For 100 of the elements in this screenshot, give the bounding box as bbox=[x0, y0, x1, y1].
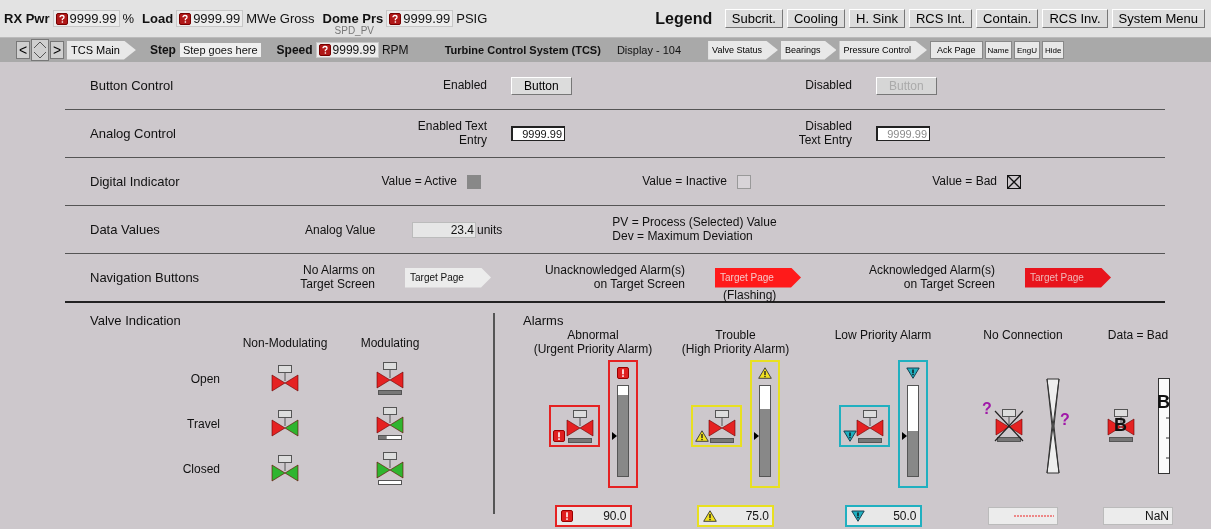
item-label: Value = Bad bbox=[931, 174, 997, 189]
readout-label: Load bbox=[142, 11, 174, 26]
row-label: Digital Indicator bbox=[89, 174, 181, 189]
question-mark: ? bbox=[1060, 411, 1070, 428]
row-label: Navigation Buttons bbox=[89, 270, 201, 285]
unit-label: units bbox=[477, 222, 503, 237]
crossed-bar-icon bbox=[1046, 377, 1060, 474]
readout-unit: PSIG bbox=[456, 11, 488, 26]
page-link[interactable]: Pressure Control bbox=[839, 40, 927, 60]
section-title: Alarms bbox=[523, 313, 565, 328]
speed-unit: RPM bbox=[381, 43, 409, 57]
home-page-link[interactable]: TCS Main bbox=[67, 40, 136, 60]
row-label: Button Control bbox=[89, 78, 175, 93]
readout-value: 9999.99 bbox=[52, 10, 120, 27]
forward-button[interactable]: > bbox=[50, 41, 64, 59]
column-header: No Connection bbox=[983, 328, 1063, 344]
item-label: Analog Value bbox=[305, 222, 377, 237]
row-label: Data Values bbox=[89, 222, 161, 237]
item-label: Value = Active bbox=[380, 174, 457, 189]
menu-button[interactable]: Cooling bbox=[786, 9, 845, 28]
menu-button[interactable]: System Menu bbox=[1111, 9, 1205, 28]
bad-quality-icon bbox=[318, 44, 331, 56]
crossed-valve-icon bbox=[994, 409, 1024, 442]
value-field: NaN bbox=[1103, 507, 1173, 525]
modulating-valve-icon bbox=[375, 452, 405, 485]
bad-quality-icon bbox=[389, 12, 402, 25]
menu-button[interactable]: RCS Int. bbox=[908, 9, 973, 28]
item-label: Disabled bbox=[804, 78, 852, 93]
toolbar-button[interactable]: Hide bbox=[1041, 41, 1065, 59]
valve-icon bbox=[270, 410, 300, 437]
toolbar-button[interactable]: Name bbox=[984, 41, 1012, 59]
flashing-note: (Flashing) bbox=[723, 287, 777, 302]
bad-quality-icon bbox=[179, 12, 192, 25]
modulating-valve-icon bbox=[707, 409, 737, 443]
value-field: 23.4 bbox=[412, 221, 476, 238]
warning-triangle-icon bbox=[695, 429, 709, 442]
row-label: Travel bbox=[187, 416, 220, 431]
column-header: Low Priority Alarm bbox=[834, 328, 932, 344]
valve-icon bbox=[270, 455, 300, 482]
item-label: Enabled bbox=[441, 78, 487, 93]
exclamation-square-icon bbox=[560, 510, 573, 522]
column-header: Modulating bbox=[360, 336, 420, 350]
section-title: Valve Indication bbox=[89, 313, 182, 328]
down-triangle-icon bbox=[842, 429, 857, 442]
menu-button[interactable]: Subcrit. bbox=[724, 9, 783, 28]
speed-value: 9999.99 bbox=[315, 42, 379, 58]
column-header: Abnormal (Urgent Priority Alarm) bbox=[533, 328, 653, 358]
readout-label: RX Pwr bbox=[4, 11, 50, 26]
row-label: Open bbox=[190, 371, 220, 386]
bad-quality-icon bbox=[55, 12, 68, 25]
modulating-valve-icon bbox=[854, 409, 885, 443]
value-field: 50.0 bbox=[844, 505, 922, 527]
page-link[interactable]: Bearings bbox=[780, 40, 837, 60]
menu-button[interactable]: Contain. bbox=[976, 9, 1039, 28]
exclamation-square-icon bbox=[616, 367, 629, 379]
column-header: Data = Bad bbox=[1107, 328, 1169, 344]
item-label: Value = Inactive bbox=[641, 174, 727, 189]
back-button[interactable]: < bbox=[16, 41, 30, 59]
system-title: Turbine Control System (TCS) bbox=[444, 44, 601, 56]
warning-triangle-icon bbox=[758, 367, 772, 379]
sample-button[interactable]: Button bbox=[511, 76, 572, 95]
toolbar-button[interactable]: Ack Page bbox=[930, 41, 983, 59]
modulating-valve-icon bbox=[564, 409, 595, 443]
tag-label: SPD_PV bbox=[334, 26, 374, 36]
item-label: No Alarms on Target Screen bbox=[299, 263, 375, 292]
menu-button[interactable]: H. Sink bbox=[849, 9, 905, 28]
page-link[interactable]: Valve Status bbox=[708, 40, 778, 60]
value-field: 90.0 bbox=[554, 505, 632, 527]
speed-label: Speed bbox=[276, 43, 313, 57]
modulating-valve-icon bbox=[375, 407, 405, 440]
exclamation-square-icon bbox=[552, 429, 565, 442]
valve-icon bbox=[270, 365, 300, 392]
step-label: Step bbox=[149, 43, 176, 57]
column-header: Trouble (High Priority Alarm) bbox=[681, 328, 790, 358]
step-field: Step goes here bbox=[179, 43, 261, 57]
item-label: Unacknowledged Alarm(s) on Target Screen bbox=[543, 263, 685, 292]
value-field: 75.0 bbox=[697, 505, 774, 527]
target-page-button[interactable]: Target Page bbox=[405, 267, 491, 288]
readout-unit: % bbox=[122, 11, 135, 26]
readout-label: Dome Prs bbox=[322, 11, 384, 26]
toolbar-button[interactable]: EngU bbox=[1013, 41, 1040, 59]
display-number: Display - 104 bbox=[616, 44, 682, 56]
page-title: Legend bbox=[655, 9, 714, 28]
readout-value: 9999.99 bbox=[176, 10, 244, 27]
row-label: Analog Control bbox=[89, 126, 177, 141]
column-header: Non-Modulating bbox=[242, 336, 328, 350]
up-down-arrows-icon[interactable] bbox=[31, 39, 49, 61]
menu-button[interactable]: RCS Inv. bbox=[1042, 9, 1108, 28]
text-entry-field[interactable]: 9999.99 bbox=[511, 126, 565, 141]
item-label: Acknowledged Alarm(s) on Target Screen bbox=[867, 263, 995, 292]
warning-triangle-icon bbox=[703, 510, 717, 522]
readout-value: 9999.99 bbox=[386, 10, 454, 27]
down-triangle-icon bbox=[905, 367, 920, 379]
row-label: Closed bbox=[182, 461, 220, 476]
down-triangle-icon bbox=[850, 510, 865, 522]
definition-notes: PV = Process (Selected) Value Dev = Maximum Deviation bbox=[612, 215, 777, 244]
dash-line-icon bbox=[1014, 514, 1054, 518]
modulating-valve-icon bbox=[375, 362, 405, 395]
item-label: Enabled Text Entry bbox=[416, 119, 487, 148]
readout-unit: MWe Gross bbox=[246, 11, 315, 26]
